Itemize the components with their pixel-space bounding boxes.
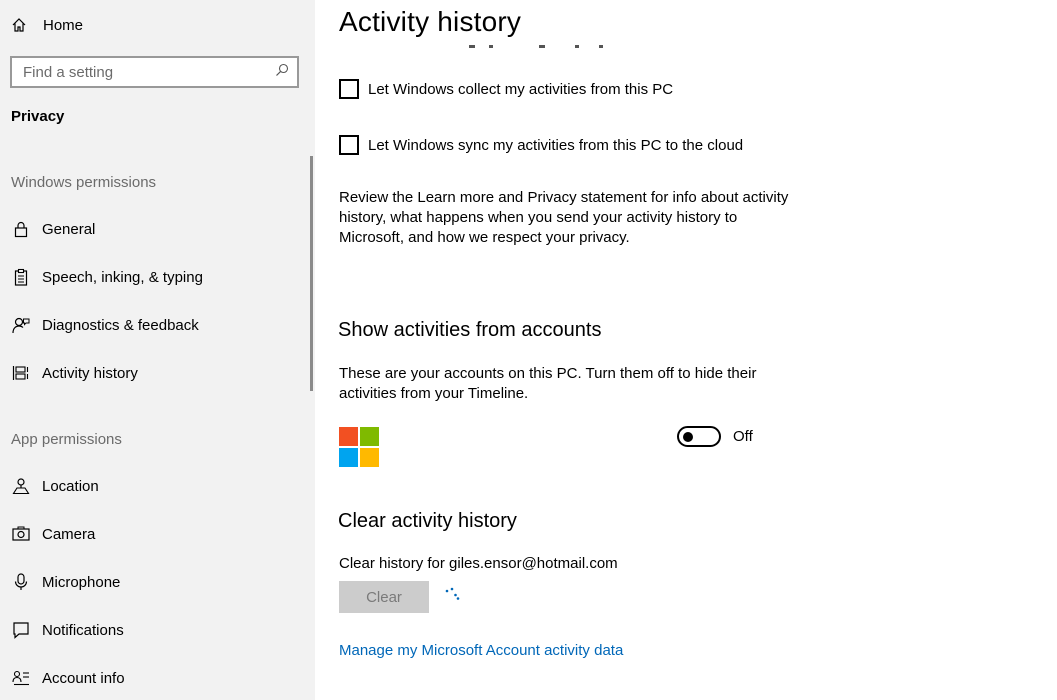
sidebar-item-account-info[interactable]: Account info <box>11 665 125 691</box>
sidebar-item-camera[interactable]: Camera <box>11 521 95 547</box>
accounts-description: These are your accounts on this PC. Turn… <box>339 365 757 402</box>
toggle-switch[interactable] <box>677 426 721 447</box>
group-title-app-permissions: App permissions <box>11 431 122 448</box>
sync-activities-checkbox[interactable] <box>339 135 359 155</box>
account-toggle[interactable]: Off <box>677 426 753 447</box>
logo-square-red <box>339 427 358 446</box>
microphone-icon <box>11 572 31 592</box>
microsoft-logo-icon <box>339 427 379 467</box>
sidebar-item-microphone[interactable]: Microphone <box>11 569 120 595</box>
search-input[interactable] <box>23 63 263 81</box>
main-content: Activity history Let Windows collect my … <box>315 0 1057 700</box>
collect-activities-checkbox-row[interactable]: Let Windows collect my activities from t… <box>339 79 673 99</box>
person-feedback-icon <box>11 315 31 335</box>
sidebar-item-label: General <box>42 220 96 238</box>
accounts-section-title: Show activities from accounts <box>338 319 602 341</box>
notification-icon <box>11 620 31 640</box>
account-info-icon <box>11 668 31 688</box>
location-icon <box>11 476 31 496</box>
sidebar-item-label: Speech, inking, & typing <box>42 268 203 286</box>
sidebar-item-label: Diagnostics & feedback <box>42 316 199 334</box>
sidebar-item-label: Location <box>42 477 99 495</box>
sidebar: Home Privacy Windows permissions General… <box>0 0 315 700</box>
group-title-windows-permissions: Windows permissions <box>11 174 157 191</box>
home-icon <box>11 17 31 33</box>
collect-activities-checkbox[interactable] <box>339 79 359 99</box>
clear-history-description: Clear history for giles.ensor@hotmail.co… <box>339 555 618 572</box>
sidebar-item-label: Account info <box>42 669 125 687</box>
manage-account-activity-link[interactable]: Manage my Microsoft Account activity dat… <box>339 642 623 659</box>
scrolled-text-fragment <box>415 40 615 50</box>
sidebar-item-speech[interactable]: Speech, inking, & typing <box>11 264 203 290</box>
home-label: Home <box>43 16 84 34</box>
toggle-state-label: Off <box>733 428 753 445</box>
sidebar-item-location[interactable]: Location <box>11 473 99 499</box>
sidebar-item-activity-history[interactable]: Activity history <box>11 360 138 386</box>
timeline-icon <box>11 363 31 383</box>
review-privacy-text: Review the Learn more and Privacy statem… <box>339 189 789 246</box>
sidebar-item-label: Notifications <box>42 621 124 639</box>
sync-activities-label: Let Windows sync my activities from this… <box>368 136 744 154</box>
sidebar-item-diagnostics[interactable]: Diagnostics & feedback <box>11 312 199 338</box>
search-box[interactable] <box>10 56 299 88</box>
sidebar-item-notifications[interactable]: Notifications <box>11 617 124 643</box>
clipboard-icon <box>11 267 31 287</box>
collect-activities-label: Let Windows collect my activities from t… <box>368 80 674 98</box>
lock-icon <box>11 219 31 239</box>
clear-section-title: Clear activity history <box>338 510 517 532</box>
clear-button[interactable]: Clear <box>339 581 429 613</box>
section-heading-privacy: Privacy <box>11 108 65 125</box>
sidebar-item-label: Activity history <box>42 364 138 382</box>
search-icon[interactable] <box>275 63 289 82</box>
sidebar-scrollbar[interactable] <box>310 156 313 391</box>
logo-square-yellow <box>360 448 379 467</box>
sidebar-item-label: Microphone <box>42 573 121 591</box>
logo-square-green <box>360 427 379 446</box>
sidebar-item-label: Camera <box>42 525 96 543</box>
page-title: Activity history <box>339 6 522 37</box>
sync-activities-checkbox-row[interactable]: Let Windows sync my activities from this… <box>339 135 743 155</box>
sidebar-item-general[interactable]: General <box>11 216 95 242</box>
logo-square-blue <box>339 448 358 467</box>
home-nav-item[interactable]: Home <box>11 12 83 38</box>
camera-icon <box>11 524 31 544</box>
toggle-knob <box>683 431 693 442</box>
loading-spinner-icon <box>445 587 460 600</box>
